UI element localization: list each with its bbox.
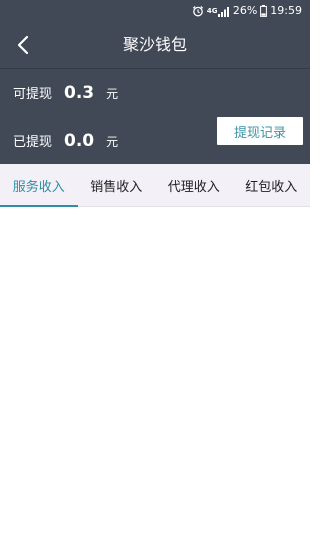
- tab-agent-income[interactable]: 代理收入: [155, 164, 233, 206]
- status-bar: 4G 26% 19:59: [0, 0, 310, 22]
- withdrawable-label: 可提现: [13, 87, 53, 102]
- status-indicators: 4G 26% 19:59: [192, 4, 302, 18]
- withdraw-records-button[interactable]: 提现记录: [217, 117, 303, 145]
- tab-service-income[interactable]: 服务收入: [0, 164, 78, 207]
- withdrawable-amount: 0.3: [64, 83, 95, 103]
- signal-icon: [217, 6, 230, 17]
- withdrawn-row: 已提现 0.0 元: [13, 131, 118, 151]
- withdrawable-unit: 元: [106, 87, 119, 101]
- alarm-icon: [192, 5, 204, 17]
- tab-sales-income[interactable]: 销售收入: [78, 164, 156, 206]
- battery-icon: [260, 5, 268, 17]
- withdrawn-label: 已提现: [13, 135, 53, 150]
- withdrawable-row: 可提现 0.3 元: [13, 83, 118, 103]
- income-list: [0, 207, 310, 551]
- tab-red-packet-income[interactable]: 红包收入: [233, 164, 311, 206]
- battery-percent: 26%: [232, 4, 258, 17]
- app-header: 聚沙钱包: [0, 22, 310, 68]
- income-tabs: 服务收入 销售收入 代理收入 红包收入: [0, 164, 310, 207]
- clock-time: 19:59: [270, 4, 302, 17]
- page-title: 聚沙钱包: [122, 35, 187, 54]
- network-4g-icon: 4G: [206, 6, 218, 15]
- withdrawn-amount: 0.0: [64, 131, 95, 151]
- withdrawn-unit: 元: [106, 135, 119, 149]
- balance-panel: 可提现 0.3 元 已提现 0.0 元 提现记录: [0, 69, 310, 164]
